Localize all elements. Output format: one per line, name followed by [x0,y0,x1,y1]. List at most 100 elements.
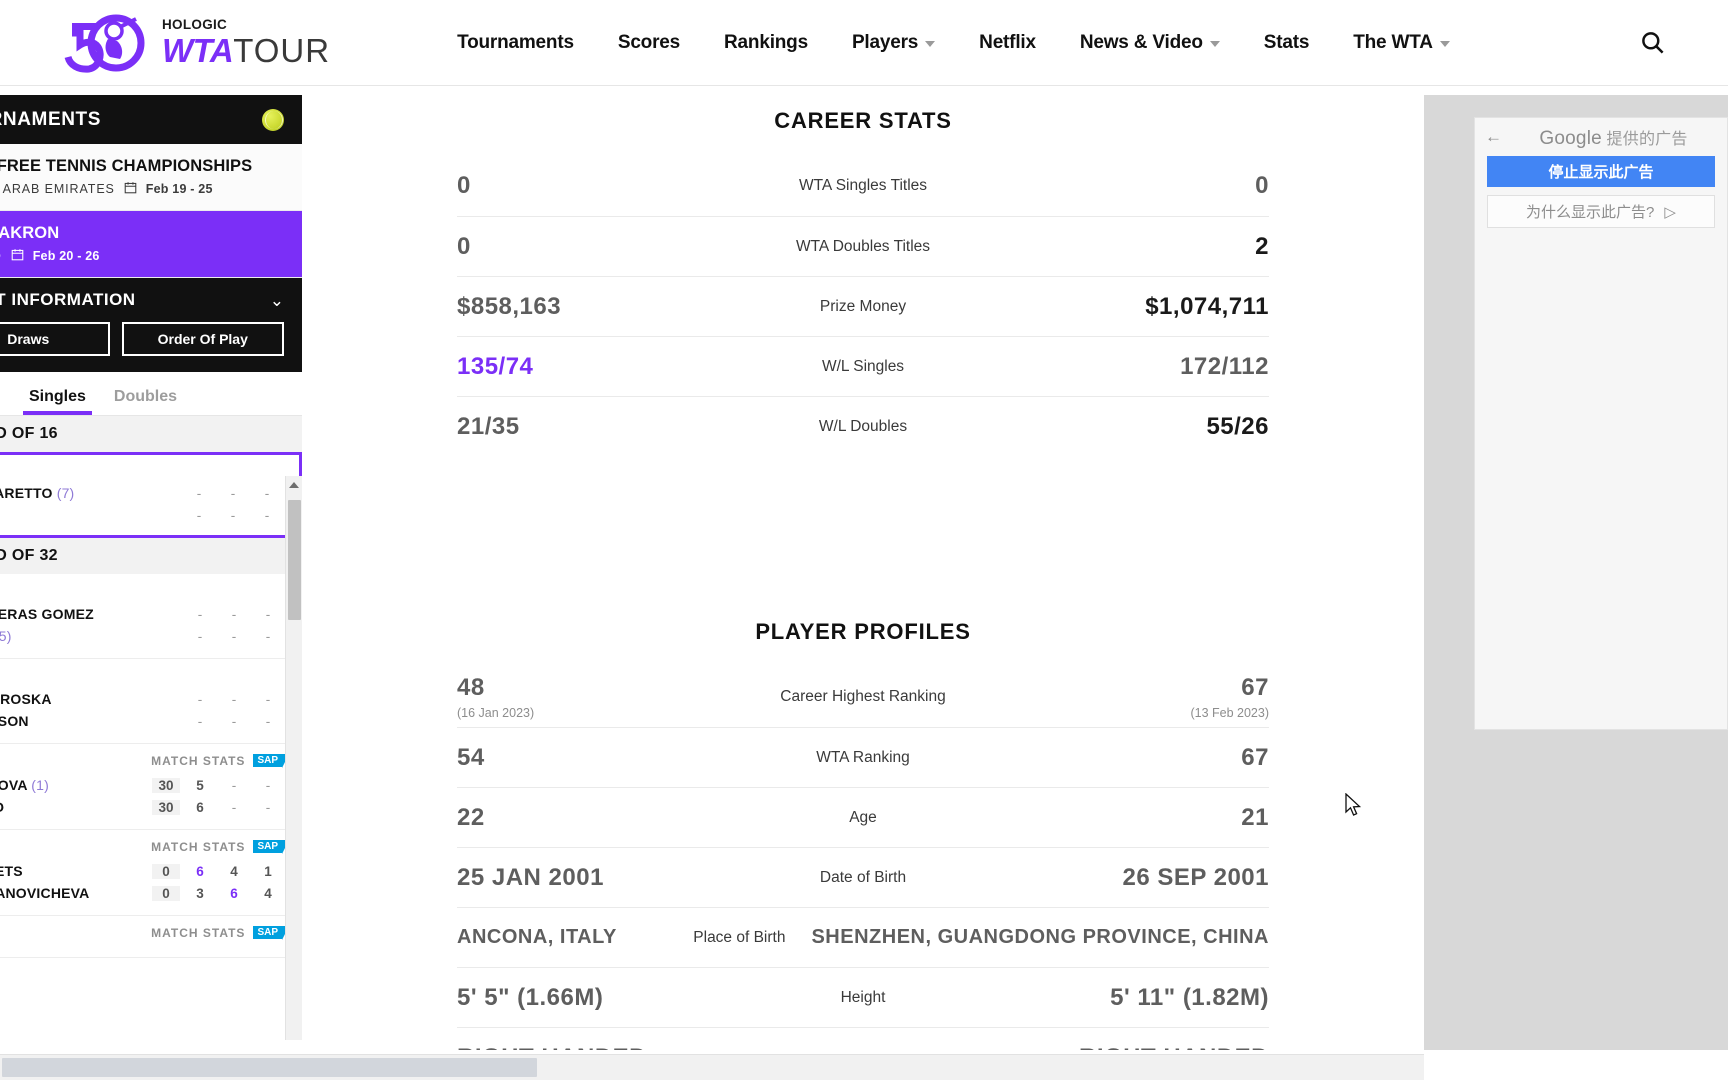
set-score: - [197,713,203,729]
stat-row: 0 WTA Singles Titles 0 [457,156,1269,216]
horizontal-scrollbar[interactable] [0,1054,1424,1080]
stat-value-left: 0 [457,172,471,199]
match-stats-label[interactable]: MATCH STATS [151,840,245,854]
serving-indicator-icon [131,778,146,793]
set-score: 4 [264,885,272,901]
nav-item-players[interactable]: Players [830,32,957,54]
tournament-location: MEXICO [0,249,2,263]
profile-value-right: 5' 11" (1.82M) [1110,983,1269,1011]
profile-value-left: ANCONA, ITALY [457,926,617,948]
profile-label: Plays [818,1049,908,1051]
profile-value-left: RIGHT-HANDED [457,1044,818,1051]
match-stats-label[interactable]: MATCH STATS [151,926,245,940]
set-score: - [265,691,271,707]
set-score: 1 [264,863,272,879]
nav-label: News & Video [1079,31,1203,53]
ad-provided-by-text: 提供的广告 [1606,130,1688,148]
profile-value-left: 48 [457,674,485,701]
profile-row: 5' 5" (1.66M) Height 5' 11" (1.82M) [457,967,1269,1027]
wta-logo[interactable]: HOLOGIC WTATOUR [64,12,330,74]
draws-button[interactable]: Draws [0,322,110,356]
profile-label: Date of Birth [819,868,907,886]
set-score: - [264,507,270,523]
nav-item-rankings[interactable]: Rankings [702,32,830,54]
set-score: - [265,799,271,815]
chevron-down-icon [1439,41,1450,47]
serving-indicator-placeholder [131,864,146,879]
profile-label: Place of Birth [693,928,786,946]
match-card[interactable]: Feb 22 COCCIARETTO (7) - - - ZHANG - - - [0,452,302,538]
set-score: 6 [196,799,204,815]
event-information-header[interactable]: EVENT INFORMATION ⌄ [0,278,302,322]
nav-item-news-video[interactable]: News & Video [1058,32,1242,54]
site-header: HOLOGIC WTATOUR Tournaments Scores Ranki… [0,0,1728,86]
nav-item-netflix[interactable]: Netflix [957,32,1058,54]
profile-value-right: 21 [1241,803,1269,831]
stop-showing-ad-button[interactable]: 停止显示此广告 [1487,156,1715,187]
chevron-down-icon[interactable]: ⌄ [270,292,284,309]
tournament-name: OPEN AKRON [0,224,60,242]
draw-tabs: Singles Doubles [0,372,302,416]
set-score: - [265,628,271,644]
50th-anniversary-logo-icon [64,13,160,73]
round-header: ROUND OF 16 [0,416,302,452]
player-profiles-title: PLAYER PROFILES [755,619,971,644]
set-score: - [265,606,271,622]
player-name: CONTRERAS GOMEZ [0,606,94,622]
sap-sponsor-logo: SAP [253,840,289,854]
sap-sponsor-logo: SAP [253,926,289,940]
set-score: 5 [196,777,204,793]
why-this-ad-button[interactable]: 为什么显示此广告? ▷ [1487,195,1715,228]
scroll-up-arrow-icon[interactable] [289,482,299,488]
profile-label: Career Highest Ranking [780,688,946,705]
player-row: TOMLJANOVICHEVA 0 3 6 4 [0,882,282,904]
set-score: 6 [196,863,204,879]
game-score: 0 [152,885,180,901]
profile-value-right: 67 [1241,674,1269,701]
round-header: ROUND OF 32 [0,538,302,574]
set-score: - [231,606,237,622]
horizontal-scrollbar-thumb[interactable] [2,1058,537,1077]
order-of-play-button[interactable]: Order Of Play [121,322,284,356]
tournament-card-duty-free[interactable]: DUTY FREE TENNIS CHAMPIONSHIPS UNITED AR… [0,144,302,211]
set-score: - [231,713,237,729]
stat-row: 135/74 W/L Singles 172/112 [457,336,1269,396]
match-card[interactable]: 0:55 MATCH STATS SAP BOUZKOVA (1) 30 5 -… [0,744,302,830]
profile-value-right: 67 [1241,743,1269,771]
set-score: - [197,691,203,707]
player-row: COCCIARETTO (7) - - - [0,482,281,504]
nav-item-tournaments[interactable]: Tournaments [435,32,596,54]
nav-item-stats[interactable]: Stats [1242,32,1331,54]
back-arrow-icon[interactable]: ← [1485,127,1502,147]
player-name: BONDOROSKA [0,691,52,707]
match-stats-label[interactable]: MATCH STATS [151,754,245,768]
sidebar-title: TOURNAMENTS [0,108,102,130]
match-card[interactable]: Feb 21 BONDOROSKA - - - ANDERSON - - - [0,659,302,744]
player-seed: (5) [0,628,12,644]
match-card[interactable]: Feb 21 CONTRERAS GOMEZ - - - DAVIS (5) -… [0,574,302,659]
stat-label: WTA Doubles Titles [795,237,931,255]
tab-singles[interactable]: Singles [15,388,100,415]
wta-word: WTA [162,32,234,70]
tab-doubles[interactable]: Doubles [100,388,191,415]
stat-row: $858,163 Prize Money $1,074,711 [457,276,1269,336]
player-row: CONTRERAS GOMEZ - - - [0,603,282,625]
match-card[interactable]: 1:15 MATCH STATS SAP [0,916,302,958]
set-score: 3 [196,885,204,901]
match-card[interactable]: 1:47 MATCH STATS SAP VOLYNETS 0 6 4 1 TO… [0,830,302,916]
tournament-card-open-akron[interactable]: OPEN AKRON MEXICO Feb 20 - 26 [0,211,302,278]
event-information-label: EVENT INFORMATION [0,290,136,309]
search-icon[interactable] [1634,25,1670,61]
player-row: BOUZKOVA (1) 30 5 - - [0,774,282,796]
nav-item-the-wta[interactable]: The WTA [1331,32,1472,54]
profile-subtext-left: (16 Jan 2023) [457,706,535,720]
sidebar-scrollbar-thumb[interactable] [288,500,301,620]
player-name: VOLYNETS [0,863,23,879]
sidebar-scrollbar[interactable] [285,476,302,1040]
set-score: 6 [230,885,238,901]
stat-label: WTA Singles Titles [798,177,928,194]
player-name: OSORIO [0,799,125,815]
nav-label: Players [851,31,919,53]
nav-item-scores[interactable]: Scores [596,32,702,54]
profile-row: 22 Age 21 [457,787,1269,847]
